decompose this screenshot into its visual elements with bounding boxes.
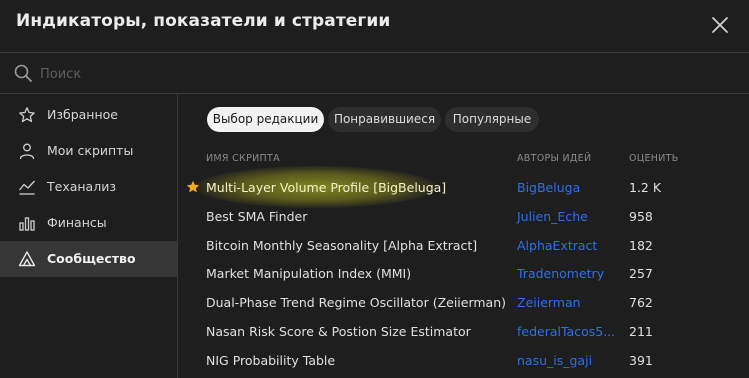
rating-value: 257	[629, 266, 653, 281]
rating-value: 1.2 K	[629, 180, 662, 195]
author-link[interactable]: BigBeluga	[517, 180, 580, 195]
script-name[interactable]: Nasan Risk Score & Postion Size Estimato…	[206, 324, 471, 339]
rating-value: 182	[629, 238, 653, 253]
user-icon	[19, 143, 35, 160]
sidebar-item-label: Финансы	[47, 215, 107, 230]
author-link[interactable]: Julien_Eche	[517, 209, 588, 224]
script-row[interactable]: Best SMA Finder Julien_Eche 958	[178, 203, 749, 232]
script-name[interactable]: Bitcoin Monthly Seasonality [Alpha Extra…	[206, 238, 477, 253]
sidebar-item-label: Избранное	[47, 107, 118, 122]
script-row[interactable]: Bitcoin Monthly Seasonality [Alpha Extra…	[178, 232, 749, 261]
star-icon	[19, 107, 35, 123]
rating-value: 958	[629, 209, 653, 224]
bar-chart-icon	[19, 217, 35, 231]
rating-value: 391	[629, 353, 653, 368]
author-link[interactable]: Tradenometry	[517, 266, 604, 281]
sidebar-item-my-scripts[interactable]: Мои скрипты	[0, 133, 177, 169]
script-name[interactable]: NIG Probability Table	[206, 353, 335, 368]
rating-value: 762	[629, 295, 653, 310]
sidebar-item-financials[interactable]: Финансы	[0, 205, 177, 241]
script-row[interactable]: NIG Probability Table nasu_is_gaji 391	[178, 347, 749, 376]
column-header-authors: АВТОРЫ ИДЕЙ	[517, 153, 592, 164]
script-name[interactable]: Multi-Layer Volume Profile [BigBeluga]	[206, 180, 446, 195]
column-header-rating: ОЦЕНИТЬ	[629, 153, 679, 164]
author-link[interactable]: Zeiierman	[517, 295, 581, 310]
sidebar-item-community[interactable]: Сообщество	[0, 241, 177, 277]
sidebar-item-label: Теханализ	[47, 179, 116, 194]
dialog-title: Индикаторы, показатели и стратегии	[16, 11, 391, 31]
search-input[interactable]	[38, 61, 722, 87]
chart-icon	[18, 180, 35, 195]
script-row[interactable]: Nasan Risk Score & Postion Size Estimato…	[178, 318, 749, 347]
script-name[interactable]: Market Manipulation Index (MMI)	[206, 266, 411, 281]
sidebar-item-label: Сообщество	[47, 251, 136, 266]
sidebar-item-favorites[interactable]: Избранное	[0, 97, 177, 133]
script-name[interactable]: Dual-Phase Trend Regime Oscillator (Zeii…	[206, 295, 506, 310]
column-header-name: ИМЯ СКРИПТА	[206, 153, 280, 164]
search-icon	[14, 64, 32, 82]
sidebar-item-technicals[interactable]: Теханализ	[0, 169, 177, 205]
indicators-dialog: Индикаторы, показатели и стратегии Избра…	[0, 0, 749, 378]
close-button[interactable]	[707, 12, 733, 38]
search-bar	[0, 53, 749, 94]
close-icon	[712, 17, 728, 33]
author-link[interactable]: federalTacos5...	[517, 324, 615, 339]
rating-value: 211	[629, 324, 653, 339]
community-icon	[18, 251, 36, 267]
scripts-panel: Выбор редакции Понравившиеся Популярные …	[178, 94, 749, 378]
sidebar-item-label: Мои скрипты	[47, 143, 134, 158]
favorite-star-icon[interactable]	[186, 180, 200, 194]
script-row[interactable]: Market Manipulation Index (MMI) Tradenom…	[178, 260, 749, 289]
tab-popular[interactable]: Популярные	[445, 107, 539, 132]
script-name[interactable]: Best SMA Finder	[206, 209, 307, 224]
dialog-header: Индикаторы, показатели и стратегии	[0, 0, 749, 53]
tab-liked[interactable]: Понравившиеся	[328, 107, 441, 132]
tab-editors-picks[interactable]: Выбор редакции	[207, 107, 324, 132]
author-link[interactable]: AlphaExtract	[517, 238, 597, 253]
author-link[interactable]: nasu_is_gaji	[517, 353, 592, 368]
script-row[interactable]: Dual-Phase Trend Regime Oscillator (Zeii…	[178, 289, 749, 318]
category-sidebar: Избранное Мои скрипты Теханализ Финансы	[0, 94, 178, 378]
script-row[interactable]: Multi-Layer Volume Profile [BigBeluga] B…	[178, 166, 749, 208]
